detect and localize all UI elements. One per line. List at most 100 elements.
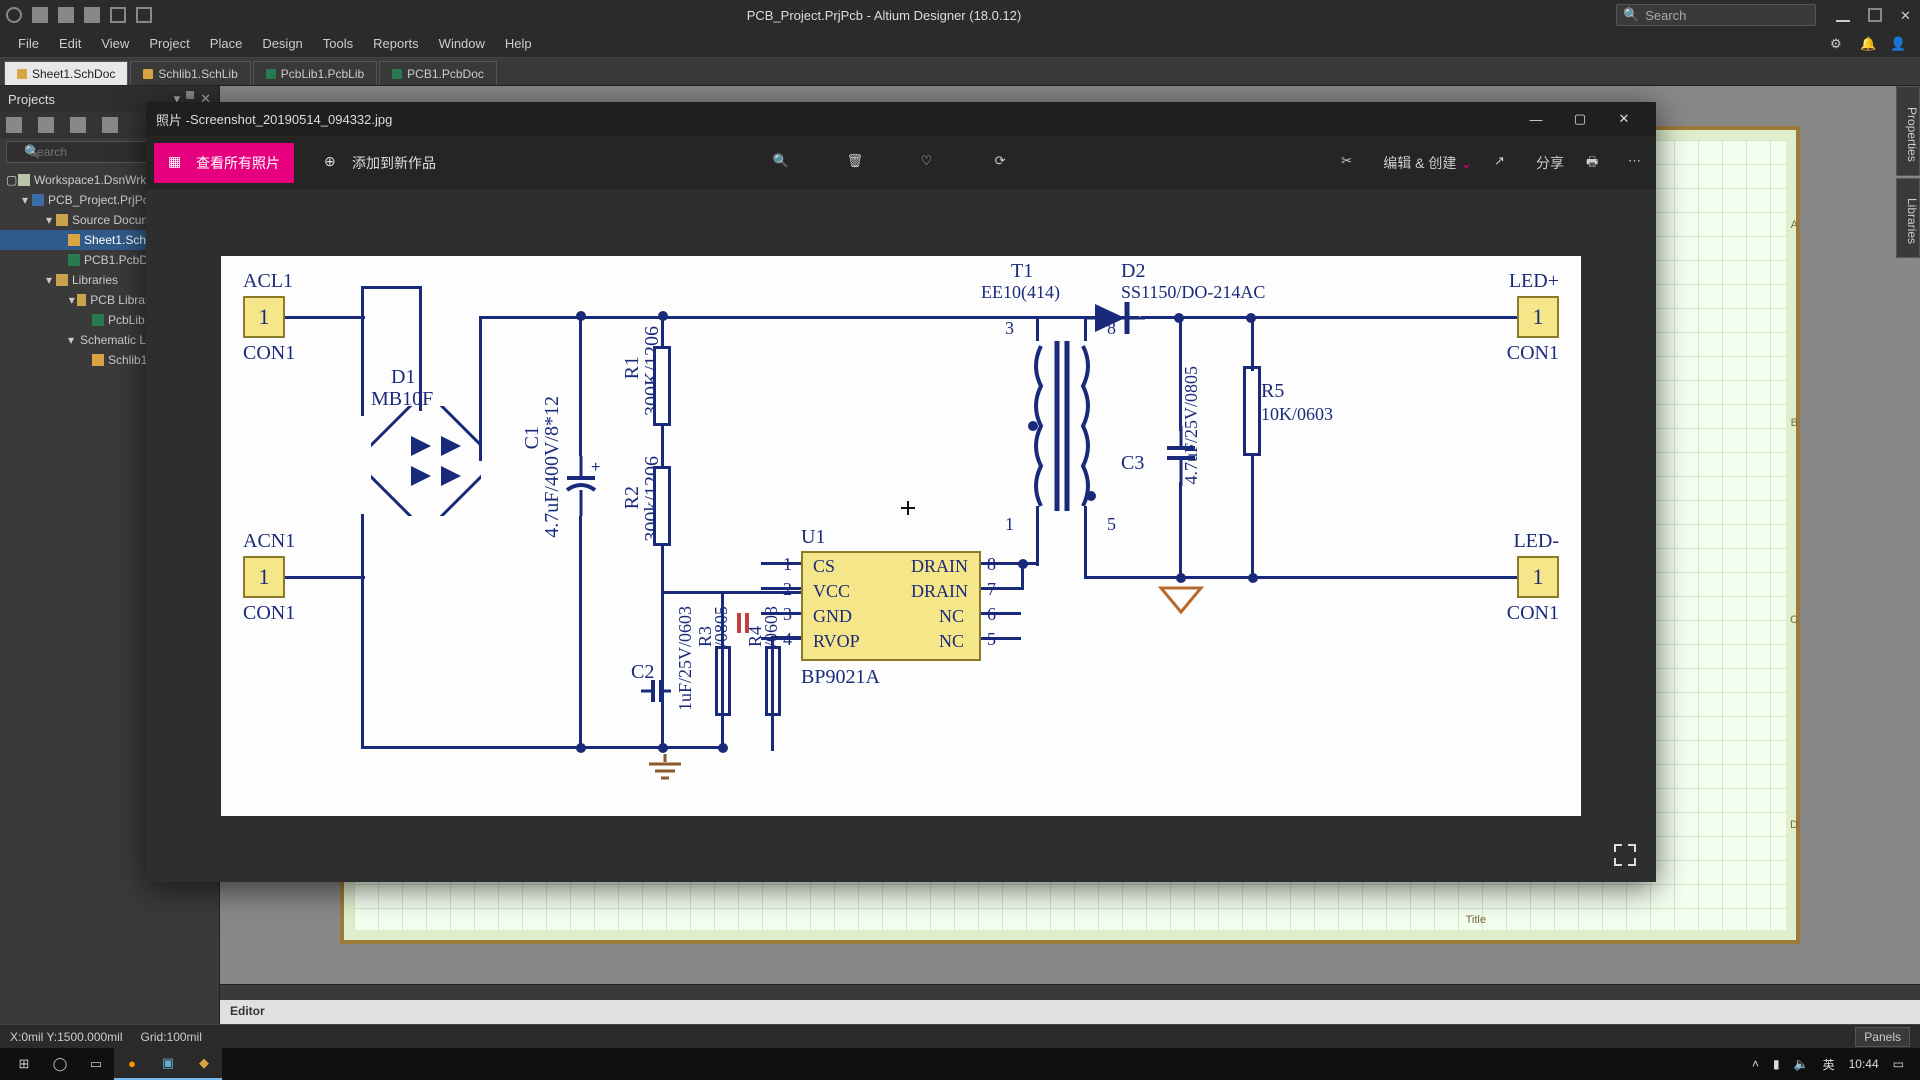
d1-designator: D1 [391, 366, 415, 389]
u1-pin-vcc: VCC [813, 581, 850, 602]
port-ledm-type: CON1 [1507, 602, 1559, 625]
chevron-down-icon: ⌄ [1460, 155, 1472, 171]
menu-edit[interactable]: Edit [49, 32, 91, 55]
view-all-photos-button[interactable]: ▦ 查看所有照片 [154, 143, 294, 183]
save-all-icon[interactable] [58, 7, 74, 23]
tree-label: Workspace1.DsnWrk [34, 173, 146, 187]
delete-icon[interactable]: 🗑 [847, 153, 867, 173]
open-icon[interactable] [84, 7, 100, 23]
r1-symbol [653, 346, 671, 426]
photos-minimize-button[interactable]: — [1514, 102, 1558, 136]
cortana-icon[interactable]: ◯ [42, 1048, 78, 1080]
properties-side-tab[interactable]: Properties [1896, 86, 1920, 176]
menu-help[interactable]: Help [495, 32, 542, 55]
tray-ime[interactable]: 英 [1823, 1056, 1835, 1073]
favorite-icon[interactable]: ♡ [921, 153, 941, 173]
t1-pri-pin-1: 1 [1005, 514, 1014, 535]
menu-window[interactable]: Window [429, 32, 495, 55]
port-acl: 1 [243, 296, 285, 338]
minimize-icon[interactable] [1836, 8, 1850, 22]
photos-titlebar[interactable]: 照片 - Screenshot_20190514_094332.jpg — ▢ … [146, 102, 1656, 136]
tray-chevron-icon[interactable]: ˄ [1752, 1057, 1759, 1071]
add-to-label: 添加到新作品 [352, 153, 436, 173]
menu-reports[interactable]: Reports [363, 32, 429, 55]
taskbar-app-firefox[interactable]: ● [114, 1048, 150, 1080]
add-file-icon[interactable] [70, 117, 86, 133]
bell-icon[interactable]: 🔔 [1860, 36, 1876, 52]
tray-battery-icon[interactable]: ▮ [1773, 1057, 1780, 1071]
search-icon: 🔍 [1623, 7, 1639, 23]
libraries-label: Libraries [1905, 198, 1919, 244]
photos-title-prefix: 照片 - [156, 110, 190, 129]
window-controls: ✕ [1836, 8, 1914, 22]
add-to-creation-button[interactable]: ⊕ 添加到新作品 [314, 143, 446, 183]
tab-schlib1[interactable]: Schlib1.SchLib [130, 61, 250, 85]
menu-place[interactable]: Place [200, 32, 253, 55]
horizontal-scrollbar[interactable] [220, 984, 1920, 1000]
c3-designator: C3 [1121, 452, 1144, 475]
compile-icon[interactable] [38, 117, 54, 133]
print-icon[interactable]: 🖶 [1586, 153, 1606, 173]
undo-icon[interactable] [110, 7, 126, 23]
maximize-icon[interactable] [1868, 8, 1882, 22]
tab-label: PCB1.PcbDoc [407, 67, 484, 81]
photo-image-area[interactable]: 1 ACL1 CON1 1 ACN1 CON1 1 LED+ CON1 1 LE… [146, 190, 1656, 882]
zoom-icon[interactable]: 🔍 [773, 153, 793, 173]
rotate-icon[interactable]: ⟳ [995, 153, 1015, 173]
u1-designator: U1 [801, 526, 825, 549]
gallery-icon: ▦ [168, 153, 188, 173]
tray-clock[interactable]: 10:44 [1849, 1057, 1879, 1071]
tray-notifications-icon[interactable]: ▭ [1893, 1057, 1904, 1071]
close-icon[interactable]: ✕ [1900, 8, 1914, 22]
schdoc-icon [17, 69, 27, 79]
menu-project[interactable]: Project [139, 32, 199, 55]
share-button[interactable]: 分享 [1536, 153, 1564, 173]
pcblib-icon [266, 69, 276, 79]
tab-label: Sheet1.SchDoc [32, 67, 115, 81]
photos-window: 照片 - Screenshot_20190514_094332.jpg — ▢ … [146, 102, 1656, 882]
editor-tab-label: Editor [230, 1004, 265, 1018]
taskview-icon[interactable]: ▭ [78, 1048, 114, 1080]
panels-button[interactable]: Panels [1855, 1027, 1910, 1047]
save-icon[interactable] [32, 7, 48, 23]
menu-view[interactable]: View [91, 32, 139, 55]
fullscreen-icon[interactable] [1612, 842, 1638, 868]
c2-symbol [641, 676, 671, 706]
taskbar-app-altium[interactable]: ◆ [186, 1048, 222, 1080]
photos-close-button[interactable]: ✕ [1602, 102, 1646, 136]
titlebar-search-placeholder: Search [1645, 8, 1686, 23]
edit-create-button[interactable]: 编辑 & 创建 ⌄ [1383, 153, 1472, 173]
u1-pin-cs: CS [813, 556, 835, 577]
tab-pcblib1[interactable]: PcbLib1.PcbLib [253, 61, 377, 85]
status-coords: X:0mil Y:1500.000mil [10, 1030, 141, 1044]
port-acn: 1 [243, 556, 285, 598]
port-ledp-designator: LED+ [1509, 270, 1559, 293]
gear-icon[interactable]: ⚙ [1830, 36, 1846, 52]
more-icon[interactable]: ⋯ [1628, 153, 1648, 173]
taskbar-app-photos[interactable]: ▣ [150, 1048, 186, 1080]
windows-taskbar: ⊞ ◯ ▭ ● ▣ ◆ ˄ ▮ 🔈 英 10:44 ▭ [0, 1048, 1920, 1080]
u1-pin-gnd: GND [813, 606, 852, 627]
redo-icon[interactable] [136, 7, 152, 23]
tree-label: PCB_Project.PrjPcb [48, 193, 155, 207]
home-icon[interactable] [6, 117, 22, 133]
u1-pin-rvop: RVOP [813, 631, 860, 652]
editor-tab-bar[interactable]: Editor [220, 1000, 1920, 1024]
menu-design[interactable]: Design [252, 32, 312, 55]
show-diff-icon[interactable] [102, 117, 118, 133]
projects-panel-title-text: Projects [8, 92, 55, 107]
titlebar-search[interactable]: 🔍 Search [1616, 4, 1816, 26]
tray-volume-icon[interactable]: 🔈 [1794, 1057, 1809, 1071]
menu-file[interactable]: File [8, 32, 49, 55]
app-title: PCB_Project.PrjPcb - Altium Designer (18… [152, 8, 1616, 23]
user-icon[interactable]: 👤 [1890, 36, 1906, 52]
tab-sheet1[interactable]: Sheet1.SchDoc [4, 61, 128, 85]
photos-maximize-button[interactable]: ▢ [1558, 102, 1602, 136]
libraries-side-tab[interactable]: Libraries [1896, 178, 1920, 258]
r5-designator: R5 [1261, 380, 1284, 403]
junction [576, 311, 586, 321]
menu-tools[interactable]: Tools [313, 32, 363, 55]
tab-pcb1[interactable]: PCB1.PcbDoc [379, 61, 497, 85]
t1-value: EE10(414) [981, 282, 1060, 303]
start-button[interactable]: ⊞ [6, 1048, 42, 1080]
